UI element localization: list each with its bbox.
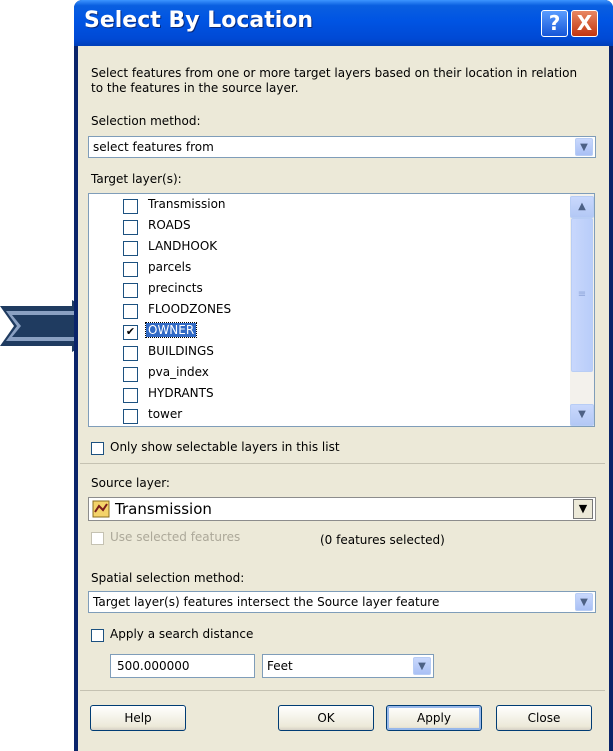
target-layers-label: Target layer(s): xyxy=(91,172,182,186)
target-layer-checkbox[interactable] xyxy=(123,367,138,382)
target-layer-label: LANDHOOK xyxy=(148,239,218,253)
target-layer-checkbox[interactable] xyxy=(123,283,138,298)
search-distance-label: Apply a search distance xyxy=(110,627,254,641)
target-layer-label: tower xyxy=(148,407,183,421)
scroll-up-button[interactable]: ▲ xyxy=(570,196,594,218)
apply-button[interactable]: Apply xyxy=(386,705,482,731)
chevron-down-icon[interactable]: ▼ xyxy=(413,657,431,675)
distance-unit-dropdown[interactable]: Feet ▼ xyxy=(262,654,434,678)
use-selected-checkbox[interactable] xyxy=(91,532,104,545)
target-layer-checkbox[interactable]: ✔ xyxy=(123,325,138,340)
target-layers-list[interactable]: Transmission ROADS LANDHOOK parcels precinct… xyxy=(88,193,595,427)
layer-symbol-icon xyxy=(92,500,110,518)
target-layer-checkbox[interactable] xyxy=(123,388,138,403)
target-layer-checkbox[interactable] xyxy=(123,241,138,256)
source-layer-dropdown[interactable]: Transmission ▼ xyxy=(88,497,596,521)
chevron-down-icon[interactable]: ▼ xyxy=(575,138,593,156)
scrollbar-thumb[interactable]: ≡ xyxy=(571,218,593,372)
search-distance-value: 500.000000 xyxy=(117,659,190,673)
only-selectable-label: Only show selectable layers in this list xyxy=(110,440,340,454)
target-layer-checkbox[interactable] xyxy=(123,304,138,319)
search-distance-input[interactable]: 500.000000 xyxy=(110,654,255,678)
spatial-method-dropdown[interactable]: Target layer(s) features intersect the S… xyxy=(88,591,596,613)
selection-method-value: select features from xyxy=(93,140,214,154)
chevron-down-icon[interactable]: ▼ xyxy=(573,499,593,519)
target-layer-checkbox[interactable] xyxy=(123,262,138,277)
selection-method-label: Selection method: xyxy=(91,114,201,128)
target-layer-label: FLOODZONES xyxy=(148,302,232,316)
ok-button[interactable]: OK xyxy=(278,705,374,731)
target-layer-label: HYDRANTS xyxy=(148,386,214,400)
spatial-method-label: Spatial selection method: xyxy=(91,571,245,585)
source-layer-label: Source layer: xyxy=(91,476,170,490)
help-button[interactable]: Help xyxy=(90,705,186,731)
spatial-method-value: Target layer(s) features intersect the S… xyxy=(93,595,440,609)
use-selected-label: Use selected features xyxy=(110,530,241,544)
distance-unit-value: Feet xyxy=(267,659,293,673)
scroll-down-button[interactable]: ▼ xyxy=(570,404,594,426)
target-layer-checkbox[interactable] xyxy=(123,199,138,214)
target-layer-label: OWNER xyxy=(144,322,198,338)
chevron-down-icon[interactable]: ▼ xyxy=(575,593,593,611)
search-distance-checkbox[interactable] xyxy=(91,629,104,642)
target-layer-label: ROADS xyxy=(148,218,191,232)
only-selectable-checkbox[interactable] xyxy=(91,442,104,455)
description-text: Select features from one or more target … xyxy=(91,66,578,95)
selection-method-dropdown[interactable]: select features from ▼ xyxy=(88,136,596,158)
target-layer-label: pva_index xyxy=(148,365,209,379)
title-help-button[interactable]: ? xyxy=(541,10,568,37)
divider xyxy=(80,463,605,464)
source-layer-value: Transmission xyxy=(115,500,212,518)
title-close-button[interactable]: X xyxy=(571,10,598,37)
divider xyxy=(80,690,605,691)
target-layer-label: Transmission xyxy=(148,197,226,211)
features-selected-count: (0 features selected) xyxy=(320,533,445,547)
target-layer-checkbox[interactable] xyxy=(123,220,138,235)
target-layer-checkbox[interactable] xyxy=(123,409,138,424)
target-layer-label: precincts xyxy=(148,281,203,295)
target-layer-label: BUILDINGS xyxy=(148,344,214,358)
target-layer-label: parcels xyxy=(148,260,192,274)
close-button[interactable]: Close xyxy=(496,705,592,731)
target-layer-checkbox[interactable] xyxy=(123,346,138,361)
dialog-title: Select By Location xyxy=(84,8,314,33)
